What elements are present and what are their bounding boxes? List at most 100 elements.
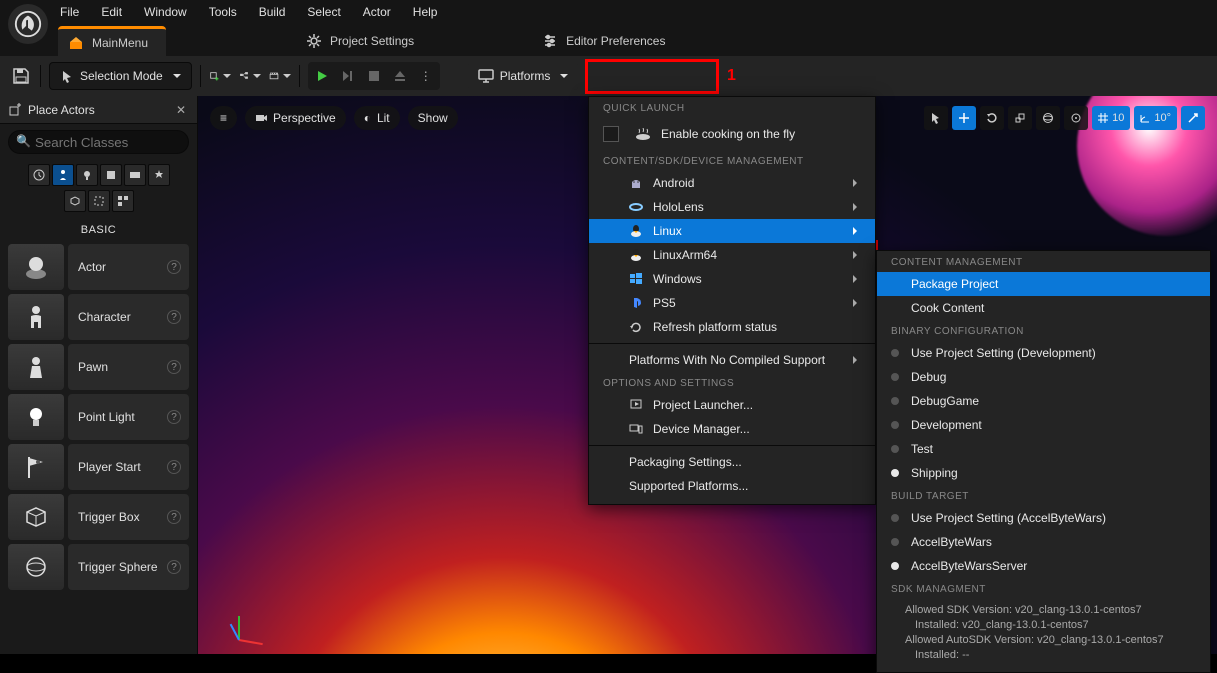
menu-window[interactable]: Window xyxy=(144,5,187,19)
rotate-tool[interactable] xyxy=(980,106,1004,130)
filter-shapes[interactable] xyxy=(100,164,122,186)
filter-recent[interactable] xyxy=(28,164,50,186)
lit-dropdown[interactable]: ◐Lit xyxy=(354,106,400,130)
filter-cinematic[interactable] xyxy=(124,164,146,186)
sdk-info-text: Allowed SDK Version: v20_clang-13.0.1-ce… xyxy=(877,599,1210,672)
tab-project-settings[interactable]: Project Settings xyxy=(296,26,432,56)
platform-linux[interactable]: Linux xyxy=(589,219,875,243)
filter-basic[interactable] xyxy=(52,164,74,186)
filter-row xyxy=(0,160,197,190)
stop-button[interactable] xyxy=(362,64,386,88)
coordinate-space-toggle[interactable] xyxy=(1036,106,1060,130)
grid-snap-value[interactable]: 10 xyxy=(1092,106,1130,130)
cook-content-item[interactable]: Cook Content xyxy=(877,296,1210,320)
filter-volumes[interactable] xyxy=(88,190,110,212)
binary-shipping[interactable]: Shipping xyxy=(877,461,1210,485)
actor-row[interactable]: Pawn? xyxy=(8,344,189,390)
menu-file[interactable]: File xyxy=(60,5,79,19)
tab-editor-preferences[interactable]: Editor Preferences xyxy=(532,26,683,56)
platform-windows[interactable]: Windows xyxy=(589,267,875,291)
actor-label-text: Trigger Sphere xyxy=(78,560,158,574)
package-project-item[interactable]: Package Project xyxy=(877,272,1210,296)
close-icon[interactable]: ✕ xyxy=(173,103,189,117)
supported-platforms-item[interactable]: Supported Platforms... xyxy=(589,474,875,498)
surface-snap-toggle[interactable] xyxy=(1064,106,1088,130)
filter-lights[interactable] xyxy=(76,164,98,186)
eject-button[interactable] xyxy=(388,64,412,88)
filter-all[interactable] xyxy=(112,190,134,212)
actor-row[interactable]: Character? xyxy=(8,294,189,340)
skip-button[interactable] xyxy=(336,64,360,88)
selection-mode-dropdown[interactable]: Selection Mode xyxy=(49,62,192,90)
info-icon[interactable]: ? xyxy=(167,360,181,374)
search-icon: 🔍 xyxy=(16,134,31,148)
actor-row[interactable]: Actor? xyxy=(8,244,189,290)
blueprint-dropdown[interactable] xyxy=(239,65,261,87)
search-classes-input[interactable] xyxy=(8,130,189,154)
info-icon[interactable]: ? xyxy=(167,260,181,274)
radio-icon xyxy=(891,373,899,381)
refresh-platform-status[interactable]: Refresh platform status xyxy=(589,315,875,339)
actor-row[interactable]: Trigger Sphere? xyxy=(8,544,189,590)
binary-debuggame[interactable]: DebugGame xyxy=(877,389,1210,413)
show-dropdown[interactable]: Show xyxy=(408,106,458,130)
menu-build[interactable]: Build xyxy=(259,5,286,19)
menu-edit[interactable]: Edit xyxy=(101,5,122,19)
chevron-right-icon xyxy=(853,353,861,367)
tab-mainmenu[interactable]: MainMenu xyxy=(58,26,166,56)
chevron-right-icon xyxy=(853,200,861,214)
cinematics-dropdown[interactable] xyxy=(269,65,291,87)
menu-actor[interactable]: Actor xyxy=(363,5,391,19)
build-accelbytewars-server[interactable]: AccelByteWarsServer xyxy=(877,554,1210,578)
platform-hololens[interactable]: HoloLens xyxy=(589,195,875,219)
info-icon[interactable]: ? xyxy=(167,510,181,524)
platform-ps5[interactable]: PS5 xyxy=(589,291,875,315)
platform-linuxarm64[interactable]: LinuxArm64 xyxy=(589,243,875,267)
viewport-menu-button[interactable]: ≡ xyxy=(210,106,237,130)
build-accelbytewars[interactable]: AccelByteWars xyxy=(877,530,1210,554)
platforms-menu: QUICK LAUNCH Enable cooking on the fly C… xyxy=(588,96,876,505)
binary-test[interactable]: Test xyxy=(877,437,1210,461)
panel-header: Place Actors ✕ xyxy=(0,96,197,124)
platforms-dropdown[interactable]: Platforms xyxy=(468,62,579,90)
menu-item-label: Device Manager... xyxy=(653,422,750,436)
info-icon[interactable]: ? xyxy=(167,560,181,574)
add-content-dropdown[interactable] xyxy=(209,65,231,87)
actor-row[interactable]: Trigger Box? xyxy=(8,494,189,540)
menu-tools[interactable]: Tools xyxy=(209,5,237,19)
info-icon[interactable]: ? xyxy=(167,310,181,324)
menu-help[interactable]: Help xyxy=(413,5,438,19)
binary-use-project-setting[interactable]: Use Project Setting (Development) xyxy=(877,341,1210,365)
unreal-logo[interactable] xyxy=(8,4,48,44)
angle-snap-value[interactable]: 10° xyxy=(1134,106,1177,130)
play-button[interactable] xyxy=(310,64,334,88)
checkbox-icon[interactable] xyxy=(603,126,619,142)
filter-visual-effects[interactable] xyxy=(148,164,170,186)
info-icon[interactable]: ? xyxy=(167,460,181,474)
scale-tool[interactable] xyxy=(1008,106,1032,130)
info-icon[interactable]: ? xyxy=(167,410,181,424)
menu-item-label: Enable cooking on the fly xyxy=(661,127,795,141)
save-button[interactable] xyxy=(10,65,32,87)
platform-android[interactable]: Android xyxy=(589,171,875,195)
filter-geometry[interactable] xyxy=(64,190,86,212)
project-launcher-item[interactable]: Project Launcher... xyxy=(589,393,875,417)
perspective-dropdown[interactable]: Perspective xyxy=(245,106,346,130)
android-icon xyxy=(629,176,643,190)
grid-icon xyxy=(1098,113,1108,123)
actor-row[interactable]: Point Light? xyxy=(8,394,189,440)
translate-tool[interactable] xyxy=(952,106,976,130)
play-options-button[interactable]: ⋮ xyxy=(414,64,438,88)
packaging-settings-item[interactable]: Packaging Settings... xyxy=(589,450,875,474)
binary-development[interactable]: Development xyxy=(877,413,1210,437)
select-tool[interactable] xyxy=(924,106,948,130)
binary-debug[interactable]: Debug xyxy=(877,365,1210,389)
build-use-project-setting[interactable]: Use Project Setting (AccelByteWars) xyxy=(877,506,1210,530)
device-manager-item[interactable]: Device Manager... xyxy=(589,417,875,441)
actor-row[interactable]: Player Start? xyxy=(8,444,189,490)
scale-snap-toggle[interactable] xyxy=(1181,106,1205,130)
enable-cooking-item[interactable]: Enable cooking on the fly xyxy=(589,118,875,150)
menu-select[interactable]: Select xyxy=(307,5,340,19)
level-icon xyxy=(68,35,84,51)
platforms-no-compiled[interactable]: Platforms With No Compiled Support xyxy=(589,348,875,372)
